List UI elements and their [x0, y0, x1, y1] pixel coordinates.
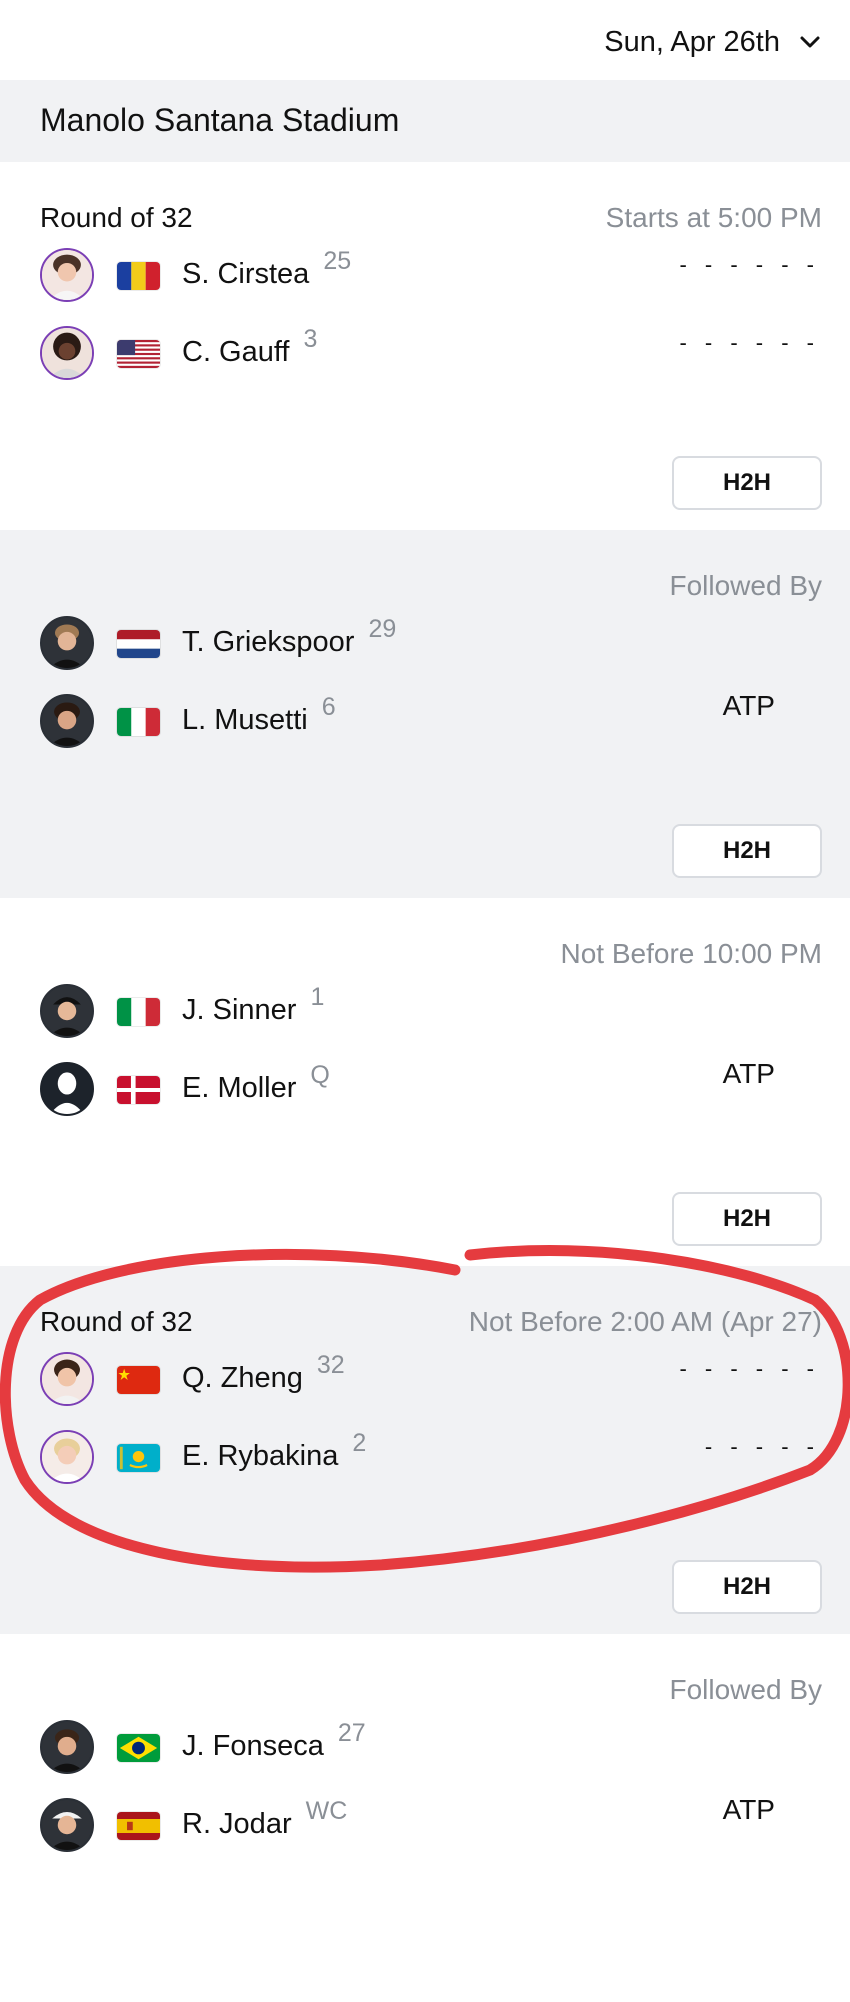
player-name-row: J. Sinner 1	[182, 983, 324, 1027]
player-score: - - - - - -	[679, 1356, 820, 1381]
date-label: Sun, Apr 26th	[604, 25, 780, 58]
usa-flag	[116, 339, 161, 369]
player-name: T. Griekspoor	[182, 626, 355, 658]
player-row[interactable]: J. Fonseca 27	[40, 1719, 820, 1776]
player-seed: 6	[321, 693, 336, 721]
player-row[interactable]: Q. Zheng 32 - - - - - -	[40, 1351, 820, 1408]
italy-flag	[116, 707, 161, 737]
player-row[interactable]: R. Jodar WC	[40, 1797, 820, 1854]
match-card[interactable]: Not Before 10:00 PM J. Sinner 1 E. Moller…	[0, 898, 850, 1266]
match-round: Round of 32	[40, 1306, 193, 1337]
tour-label: ATP	[722, 1058, 775, 1089]
player-seed: 29	[368, 615, 397, 643]
player-name-row: L. Musetti 6	[182, 693, 336, 737]
player-name: S. Cirstea	[182, 258, 310, 290]
player-row[interactable]: C. Gauff 3 - - - - - -	[40, 325, 820, 382]
player-score: - - - - -	[704, 1434, 820, 1459]
match-round: Round of 32	[40, 202, 193, 233]
player-seed: Q	[310, 1061, 330, 1089]
player-avatar	[40, 1352, 94, 1406]
player-row[interactable]: E. Rybakina 2 - - - - -	[40, 1429, 820, 1486]
player-row[interactable]: E. Moller Q	[40, 1061, 820, 1118]
player-name: L. Musetti	[182, 704, 308, 736]
player-avatar	[40, 248, 94, 302]
player-name-row: S. Cirstea 25	[182, 247, 351, 291]
player-name: J. Fonseca	[182, 1730, 324, 1762]
tour-label: ATP	[722, 1794, 775, 1825]
player-seed: 1	[310, 983, 325, 1011]
player-name-row: Q. Zheng 32	[182, 1351, 345, 1395]
player-name-row: R. Jodar WC	[182, 1797, 347, 1841]
player-avatar	[40, 616, 94, 670]
player-row[interactable]: L. Musetti 6	[40, 693, 820, 750]
italy-flag	[116, 997, 161, 1027]
player-score: - - - - - -	[679, 330, 820, 355]
h2h-button[interactable]: H2H	[672, 824, 822, 878]
netherlands-flag	[116, 629, 161, 659]
player-seed: 27	[337, 1719, 366, 1747]
venue-header: Manolo Santana Stadium	[0, 80, 850, 162]
match-card[interactable]: Followed By J. Fonseca 27 R. Jodar WC ATP	[0, 1634, 850, 2002]
placeholder-avatar-icon	[40, 1062, 94, 1116]
match-status: Starts at 5:00 PM	[605, 202, 822, 233]
player-name: E. Moller	[182, 1072, 297, 1104]
match-status: Not Before 10:00 PM	[560, 938, 822, 969]
h2h-button[interactable]: H2H	[672, 1560, 822, 1614]
date-bar: Sun, Apr 26th	[0, 0, 850, 80]
player-seed: 32	[316, 1351, 345, 1379]
romania-flag	[116, 261, 161, 291]
player-name-row: J. Fonseca 27	[182, 1719, 366, 1763]
match-card[interactable]: Followed By T. Griekspoor 29 L. Musetti 6 …	[0, 530, 850, 898]
match-status: Followed By	[669, 1674, 822, 1705]
player-row[interactable]: J. Sinner 1	[40, 983, 820, 1040]
player-seed: 2	[352, 1429, 367, 1457]
date-selector[interactable]: Sun, Apr 26th	[604, 18, 822, 66]
china-flag	[116, 1365, 161, 1395]
player-name-row: E. Rybakina 2	[182, 1429, 366, 1473]
match-status: Followed By	[669, 570, 822, 601]
kazakhstan-flag	[116, 1443, 161, 1473]
player-name: C. Gauff	[182, 336, 290, 368]
player-row[interactable]: S. Cirstea 25 - - - - - -	[40, 247, 820, 304]
player-seed: 3	[303, 325, 318, 353]
player-seed: WC	[305, 1797, 348, 1825]
match-status: Not Before 2:00 AM (Apr 27)	[468, 1306, 822, 1337]
spain-flag	[116, 1811, 161, 1841]
player-name: E. Rybakina	[182, 1440, 339, 1472]
match-card[interactable]: Round of 32 Not Before 2:00 AM (Apr 27) …	[0, 1266, 850, 1634]
player-avatar	[40, 326, 94, 380]
player-row[interactable]: T. Griekspoor 29	[40, 615, 820, 672]
brazil-flag	[116, 1733, 161, 1763]
player-name: J. Sinner	[182, 994, 297, 1026]
chevron-down-icon	[800, 36, 820, 48]
tour-label: ATP	[722, 690, 775, 721]
player-name: R. Jodar	[182, 1808, 292, 1840]
player-avatar	[40, 1720, 94, 1774]
denmark-flag	[116, 1075, 161, 1105]
h2h-button[interactable]: H2H	[672, 1192, 822, 1246]
player-name-row: T. Griekspoor 29	[182, 615, 396, 659]
h2h-button[interactable]: H2H	[672, 456, 822, 510]
player-avatar	[40, 694, 94, 748]
player-score: - - - - - -	[679, 252, 820, 277]
player-name-row: E. Moller Q	[182, 1061, 330, 1105]
player-avatar	[40, 1798, 94, 1852]
player-seed: 25	[323, 247, 352, 275]
venue-title: Manolo Santana Stadium	[40, 102, 400, 138]
player-name-row: C. Gauff 3	[182, 325, 317, 369]
match-card[interactable]: Round of 32 Starts at 5:00 PM S. Cirstea…	[0, 162, 850, 530]
player-avatar	[40, 984, 94, 1038]
player-avatar	[40, 1430, 94, 1484]
player-name: Q. Zheng	[182, 1362, 303, 1394]
